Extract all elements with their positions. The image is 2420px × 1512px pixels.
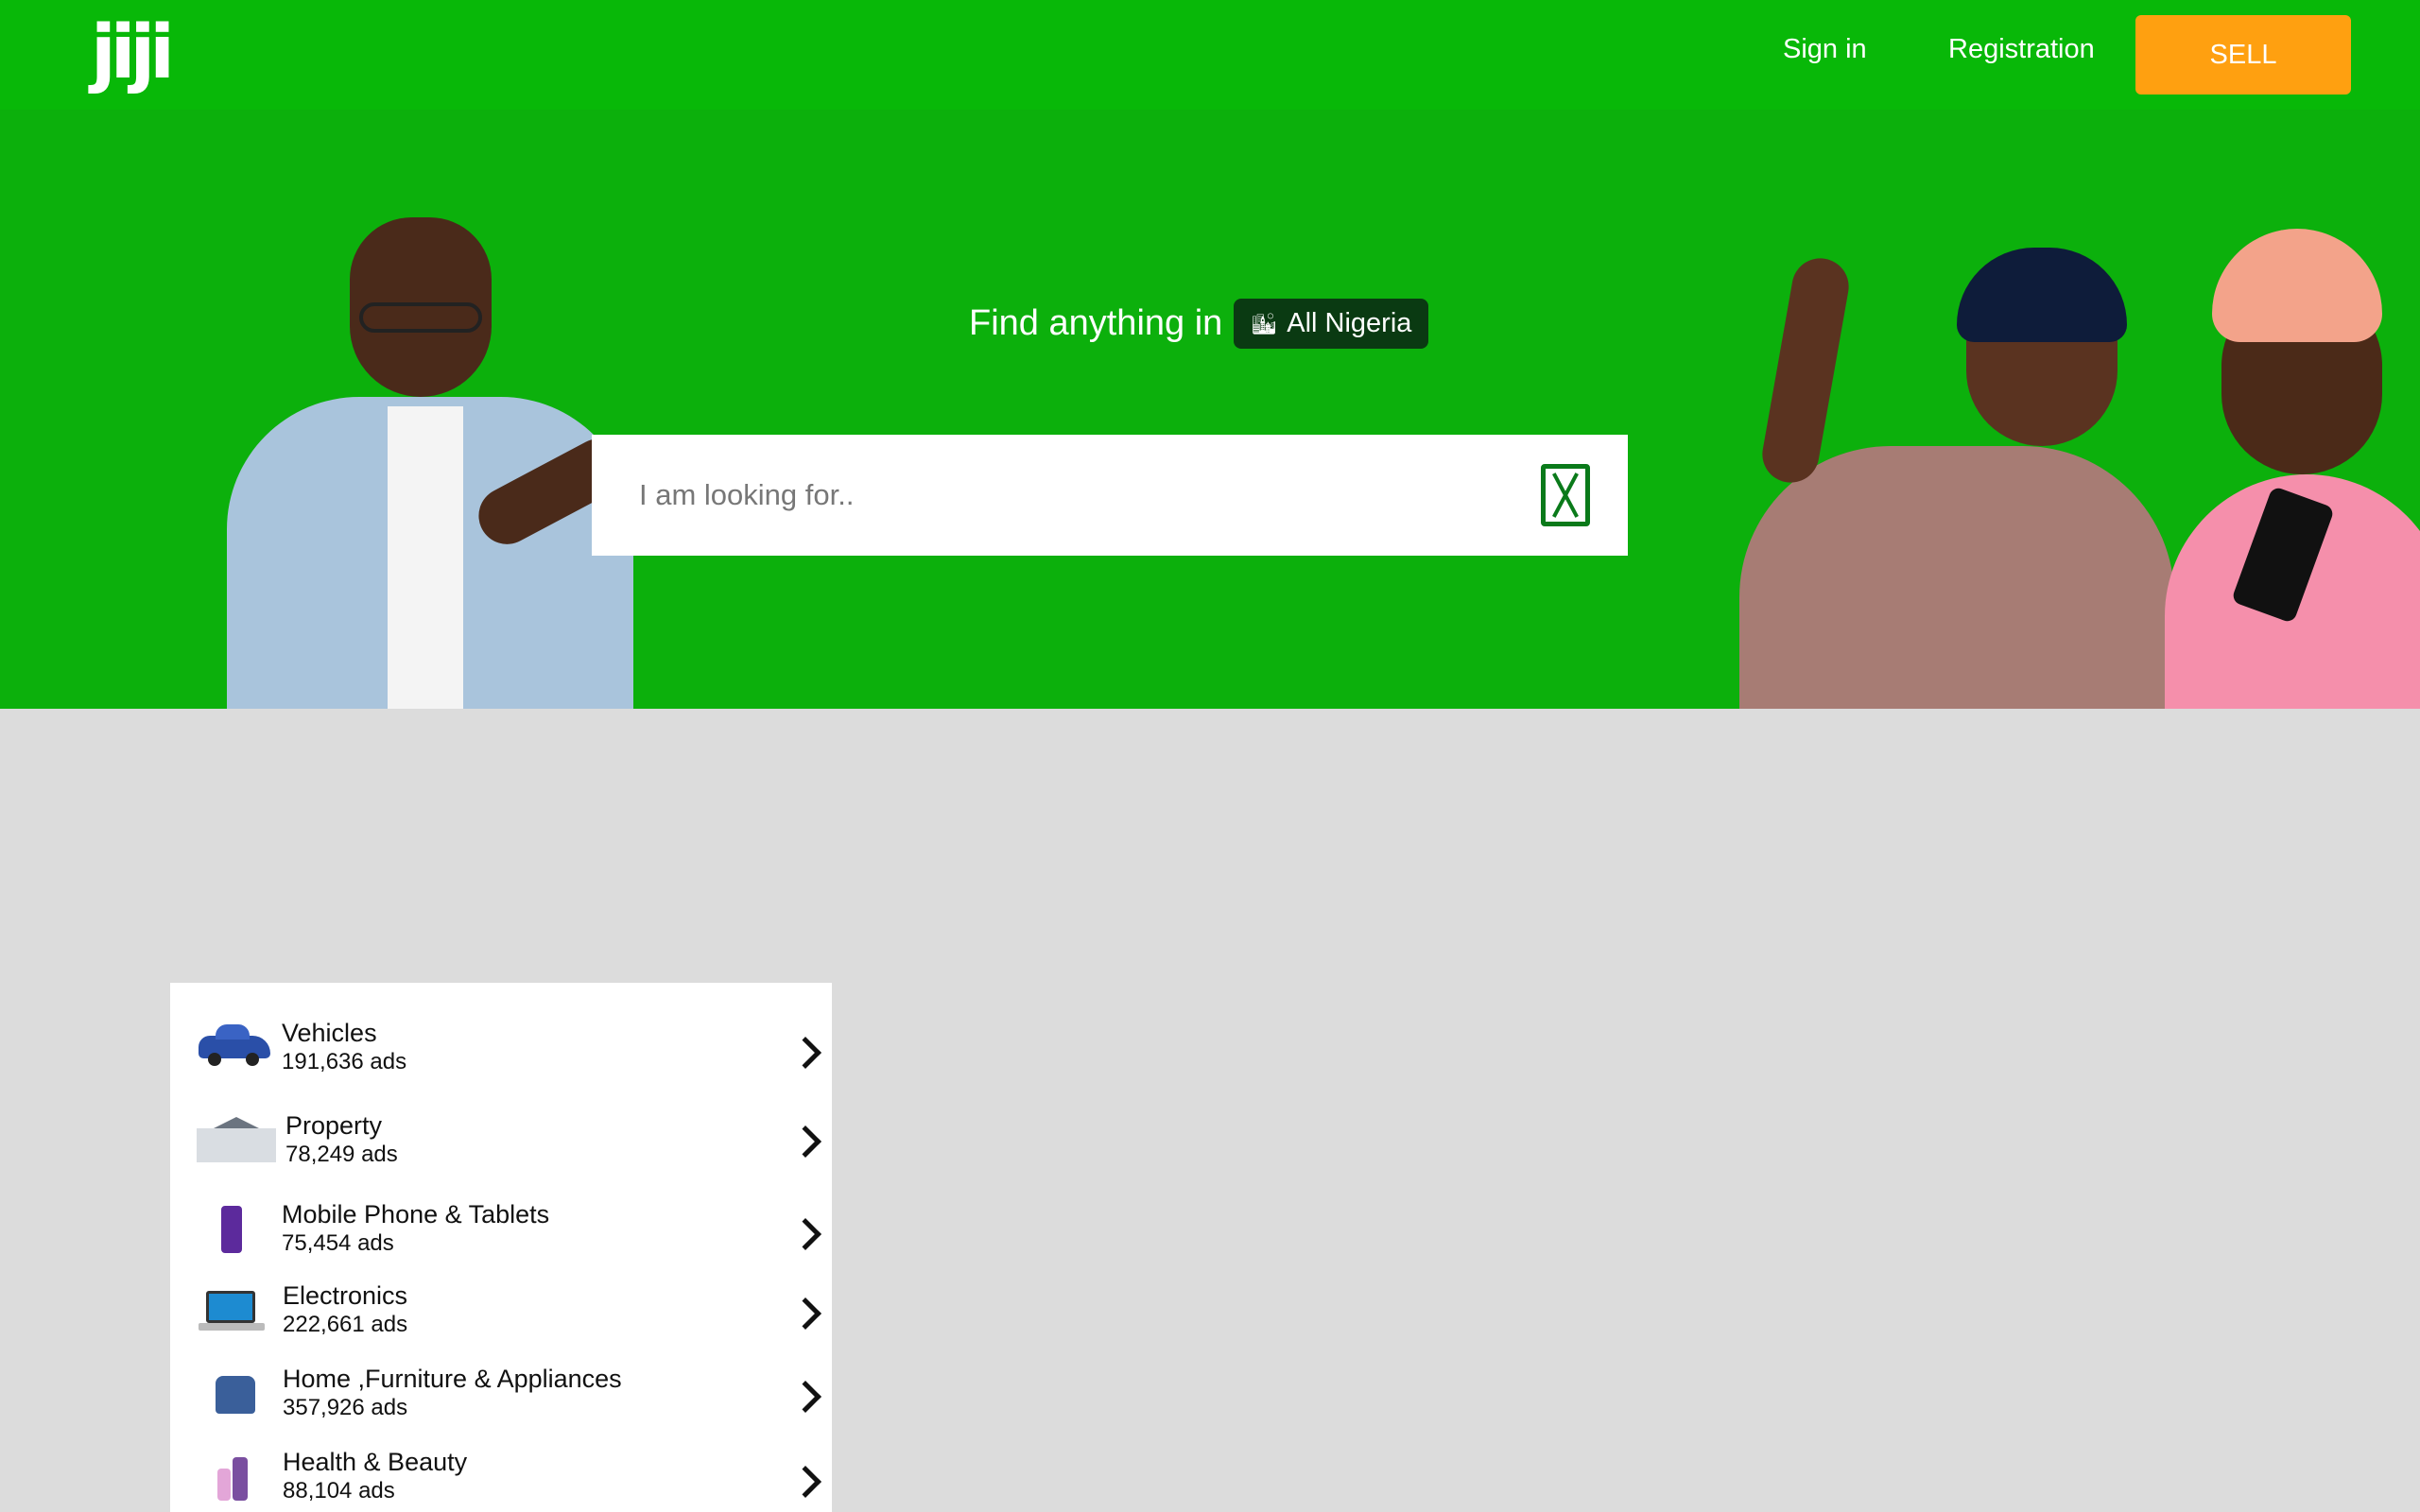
city-icon: 🏙 xyxy=(1251,311,1278,335)
hero-banner: Find anything in 🏙 All Nigeria xyxy=(0,110,2420,709)
category-item-property[interactable]: Property 78,249 ads xyxy=(170,1104,832,1179)
laptop-icon xyxy=(193,1287,272,1336)
category-count: 78,249 ads xyxy=(285,1142,398,1167)
category-name: Electronics xyxy=(283,1281,408,1310)
search-input[interactable] xyxy=(592,435,1541,556)
registration-link[interactable]: Registration xyxy=(1948,34,2095,65)
category-item-electronics[interactable]: Electronics 222,661 ads xyxy=(170,1274,832,1349)
chevron-right-icon xyxy=(789,1466,821,1498)
category-item-mobile-phones[interactable]: Mobile Phone & Tablets 75,454 ads xyxy=(170,1193,832,1268)
car-icon xyxy=(193,1024,272,1074)
chevron-right-icon xyxy=(789,1218,821,1250)
category-name: Vehicles xyxy=(282,1019,377,1047)
chevron-right-icon xyxy=(789,1037,821,1069)
search-icon[interactable] xyxy=(1541,464,1590,526)
category-count: 191,636 ads xyxy=(282,1049,407,1074)
hero-title-text: Find anything in xyxy=(969,303,1223,343)
house-icon xyxy=(193,1117,276,1166)
chair-icon xyxy=(193,1370,272,1419)
category-name: Home ,Furniture & Appliances xyxy=(283,1365,622,1393)
cosmetics-icon xyxy=(193,1453,272,1503)
location-label: All Nigeria xyxy=(1287,308,1412,338)
sign-in-link[interactable]: Sign in xyxy=(1783,34,1867,65)
category-item-home-furniture[interactable]: Home ,Furniture & Appliances 357,926 ads xyxy=(170,1357,832,1433)
category-item-vehicles[interactable]: Vehicles 191,636 ads xyxy=(170,1011,832,1087)
category-count: 88,104 ads xyxy=(283,1478,395,1503)
hero-women-illustration xyxy=(1720,219,2420,709)
chevron-right-icon xyxy=(789,1381,821,1413)
category-count: 357,926 ads xyxy=(283,1395,408,1420)
search-bar xyxy=(592,435,1628,556)
category-list: Vehicles 191,636 ads Property 78,249 ads… xyxy=(170,983,832,1512)
category-name: Health & Beauty xyxy=(283,1448,468,1476)
category-count: 222,661 ads xyxy=(283,1312,408,1337)
phone-icon xyxy=(193,1206,272,1255)
hero-man-illustration xyxy=(217,217,643,709)
category-name: Mobile Phone & Tablets xyxy=(282,1200,550,1228)
location-selector[interactable]: 🏙 All Nigeria xyxy=(1234,299,1429,349)
category-item-health-beauty[interactable]: Health & Beauty 88,104 ads xyxy=(170,1440,832,1512)
hero-title: Find anything in 🏙 All Nigeria xyxy=(969,299,1429,349)
jiji-logo[interactable]: jiji xyxy=(91,8,182,98)
chevron-right-icon xyxy=(789,1125,821,1158)
category-name: Property xyxy=(285,1111,383,1140)
category-count: 75,454 ads xyxy=(282,1230,394,1256)
sell-button[interactable]: SELL xyxy=(2135,15,2351,94)
chevron-right-icon xyxy=(789,1297,821,1330)
top-navbar: jiji Sign in Registration SELL xyxy=(0,0,2420,110)
